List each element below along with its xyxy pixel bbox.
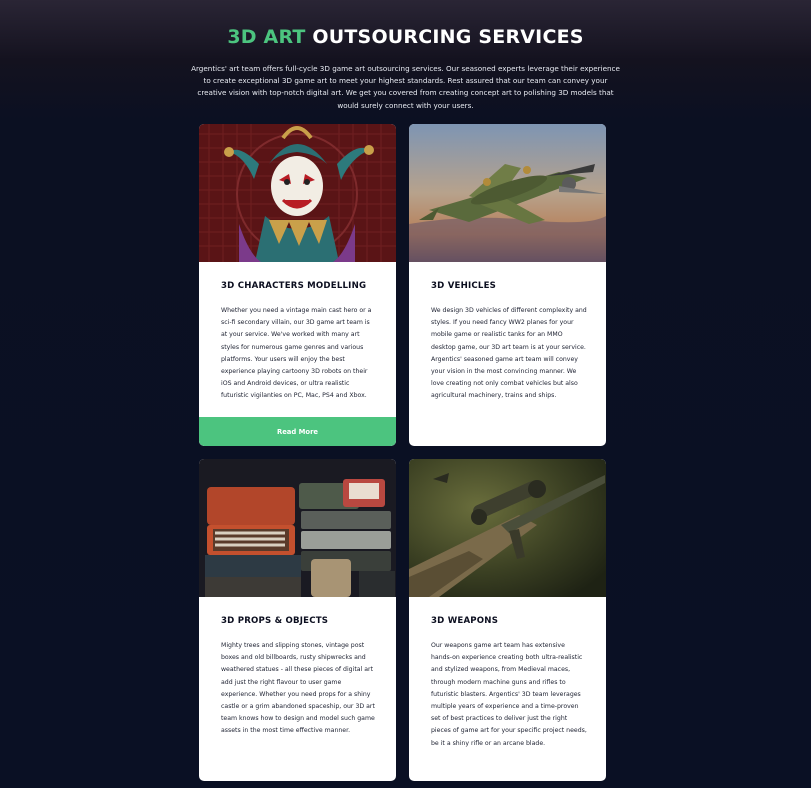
- card-text: Mighty trees and slipping stones, vintag…: [221, 642, 375, 735]
- title-rest: OUTSOURCING SERVICES: [312, 26, 584, 48]
- card-text: Whether you need a vintage main cast her…: [221, 307, 372, 400]
- card-characters: 3D CHARACTERS MODELLING Whether you need…: [199, 124, 396, 446]
- props-objects-image: [199, 459, 396, 597]
- intro-text: Argentics' art team offers full-cycle 3D…: [191, 64, 620, 110]
- title-accent: 3D ART: [227, 26, 306, 48]
- card-weapons: 3D WEAPONS Our weapons game art team has…: [409, 459, 606, 781]
- page-title: 3D ART OUTSOURCING SERVICES: [0, 26, 811, 48]
- card-text: We design 3D vehicles of different compl…: [431, 307, 587, 400]
- card-title: 3D CHARACTERS MODELLING: [221, 281, 367, 291]
- card-props: 3D PROPS & OBJECTS Mighty trees and slip…: [199, 459, 396, 781]
- vehicle-aircraft-image: [409, 124, 606, 262]
- card-vehicles: 3D VEHICLES We design 3D vehicles of dif…: [409, 124, 606, 446]
- read-more-button[interactable]: Read More: [199, 417, 396, 446]
- card-title: 3D WEAPONS: [431, 616, 499, 626]
- card-text: Our weapons game art team has extensive …: [431, 642, 587, 747]
- card-title: 3D PROPS & OBJECTS: [221, 616, 329, 626]
- card-title: 3D VEHICLES: [431, 281, 497, 291]
- jester-character-image: [199, 124, 396, 262]
- sniper-rifle-image: [409, 459, 606, 597]
